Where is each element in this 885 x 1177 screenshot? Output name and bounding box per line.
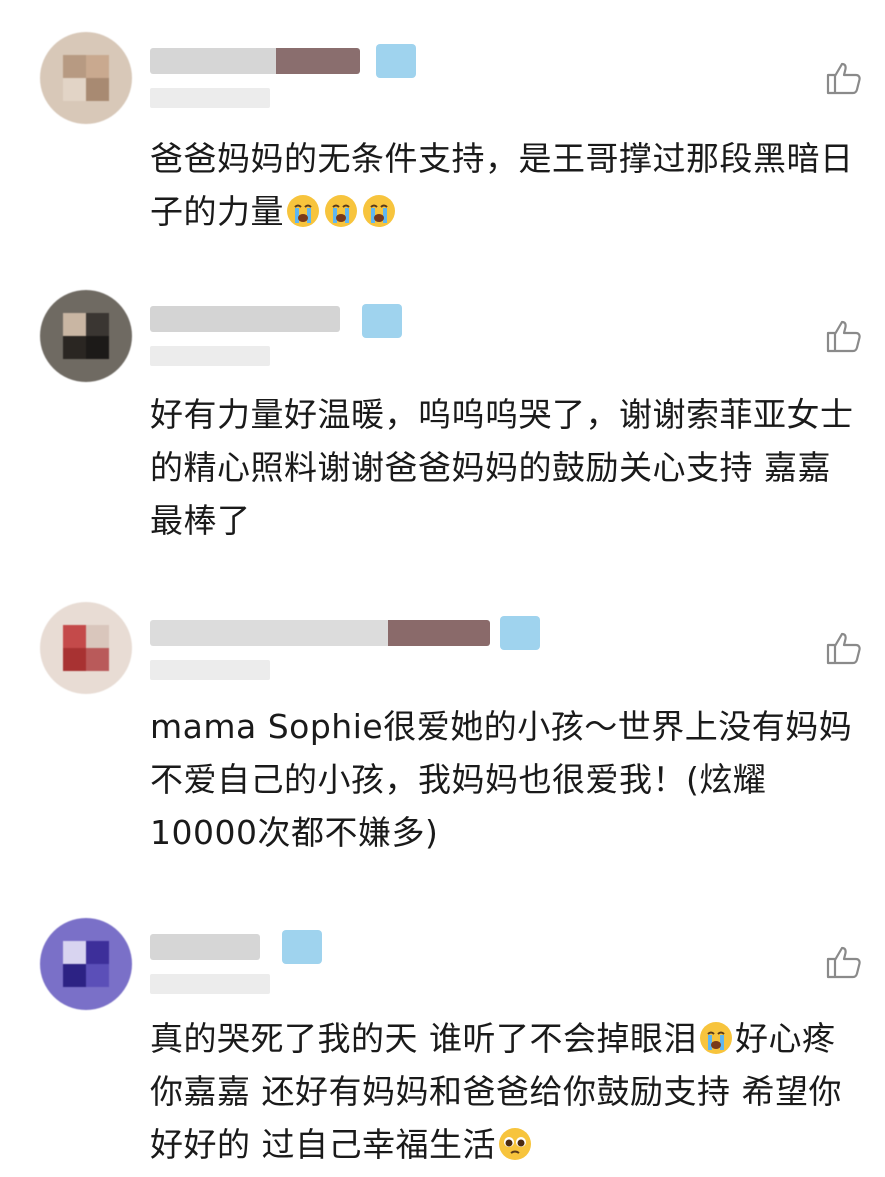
comment-text: 真的哭死了我的天 谁听了不会掉眼泪 好心疼你嘉嘉 还好有妈妈和爸爸给你鼓励支持 希…	[150, 1012, 861, 1171]
loudly-crying-face-icon	[698, 1018, 734, 1054]
username-blurred[interactable]	[150, 934, 260, 960]
thumbs-up-icon[interactable]	[823, 316, 863, 356]
avatar[interactable]	[40, 290, 132, 382]
avatar[interactable]	[40, 32, 132, 124]
thumbs-up-icon[interactable]	[823, 628, 863, 668]
loudly-crying-face-icon	[323, 191, 359, 227]
loudly-crying-face-icon	[285, 191, 321, 227]
comment-text: mama Sophie很爱她的小孩～世界上没有妈妈不爱自己的小孩，我妈妈也很爱我…	[150, 707, 853, 852]
comment-text: 爸爸妈妈的无条件支持，是王哥撑过那段黑暗日子的力量	[150, 132, 861, 238]
thumbs-up-icon[interactable]	[823, 942, 863, 982]
user-badge	[376, 44, 416, 78]
loudly-crying-face-icon	[361, 191, 397, 227]
user-badge	[282, 930, 322, 964]
timestamp-blurred	[150, 346, 270, 366]
comment-body: 爸爸妈妈的无条件支持，是王哥撑过那段黑暗日子的力量	[150, 139, 854, 231]
avatar[interactable]	[40, 602, 132, 694]
thumbs-up-icon[interactable]	[823, 58, 863, 98]
timestamp-blurred	[150, 88, 270, 108]
username-blurred[interactable]	[150, 48, 360, 74]
comment-text: 好有力量好温暖，呜呜呜哭了，谢谢索菲亚女士的精心照料谢谢爸爸妈妈的鼓励关心支持 …	[150, 395, 854, 540]
comment-item: 真的哭死了我的天 谁听了不会掉眼泪 好心疼你嘉嘉 还好有妈妈和爸爸给你鼓励支持 希…	[0, 900, 885, 1167]
comment-item: 爸爸妈妈的无条件支持，是王哥撑过那段黑暗日子的力量	[0, 0, 885, 270]
username-blurred[interactable]	[150, 306, 340, 332]
comment-item: mama Sophie很爱她的小孩～世界上没有妈妈不爱自己的小孩，我妈妈也很爱我…	[0, 580, 885, 900]
timestamp-blurred	[150, 660, 270, 680]
comment-item: 好有力量好温暖，呜呜呜哭了，谢谢索菲亚女士的精心照料谢谢爸爸妈妈的鼓励关心支持 …	[0, 270, 885, 580]
username-blurred[interactable]	[150, 620, 490, 646]
timestamp-blurred	[150, 974, 270, 994]
comment-body-part1: 真的哭死了我的天 谁听了不会掉眼泪	[150, 1019, 697, 1058]
pleading-face-icon	[497, 1124, 533, 1160]
user-badge	[500, 616, 540, 650]
user-badge	[362, 304, 402, 338]
avatar[interactable]	[40, 918, 132, 1010]
